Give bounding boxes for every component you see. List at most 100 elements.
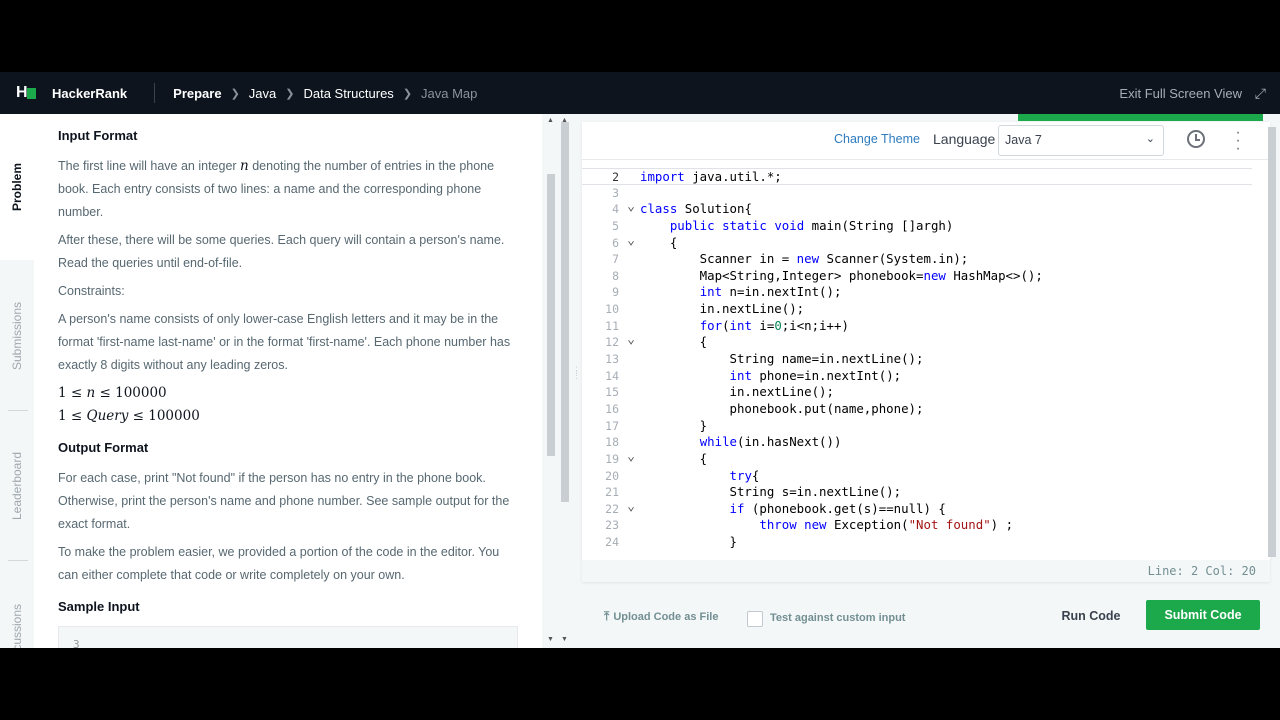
tab-discussions-label: Discussions	[10, 603, 24, 648]
more-options-icon[interactable]: · · ·	[1233, 125, 1243, 157]
code-line[interactable]: 16 phonebook.put(name,phone);	[582, 401, 1252, 418]
constraints-paragraph: A person's name consists of only lower-c…	[58, 312, 511, 372]
cursor-status: Line: 2 Col: 20	[582, 560, 1270, 582]
math-var: Query	[86, 408, 129, 424]
code-line[interactable]: 2 import java.util.*;	[582, 168, 1252, 185]
code-line[interactable]: 20 try{	[582, 468, 1252, 485]
scrollbar-thumb[interactable]	[561, 122, 569, 502]
line-number: 8	[612, 268, 619, 283]
upload-code-button[interactable]: ⤒ Upload Code as File	[604, 609, 718, 624]
code-line[interactable]: 11 for(int i=0;i<n;i++)	[582, 318, 1252, 335]
breadcrumb-java-map: Java Map	[421, 85, 478, 101]
code-line[interactable]: 21 String s=in.nextLine();	[582, 484, 1252, 501]
code-line[interactable]: 10 in.nextLine();	[582, 301, 1252, 318]
code-line[interactable]: 4 ⌄ class Solution{	[582, 200, 1252, 218]
code-line[interactable]: 17 }	[582, 418, 1252, 435]
math-num: 100000	[115, 385, 167, 401]
code-line[interactable]: 9 int n=in.nextInt();	[582, 284, 1252, 301]
custom-input-checkbox[interactable]	[747, 611, 763, 627]
code-text: for(int i=0;i<n;i++)	[699, 317, 849, 333]
code-line[interactable]: 22 ⌄ if (phonebook.get(s)==null) {	[582, 500, 1252, 518]
output-paragraph-1: For each case, print "Not found" if the …	[58, 471, 510, 531]
scrollbar-thumb[interactable]	[547, 174, 555, 456]
nav-divider	[154, 83, 156, 103]
line-number: 9	[612, 285, 619, 300]
code-area[interactable]: 2 import java.util.*; 3 4 ⌄ class Solution{5 …	[582, 168, 1252, 558]
tab-discussions[interactable]: Discussions	[0, 566, 34, 648]
output-paragraph-2: To make the problem easier, we provided …	[58, 545, 500, 582]
code-line[interactable]: 7 Scanner in = new Scanner(System.in);	[582, 251, 1252, 268]
constraint-n: 1 ≤ n ≤ 100000	[58, 385, 167, 401]
run-code-button[interactable]: Run Code	[1052, 601, 1130, 631]
code-text: import java.util.*;	[640, 169, 782, 184]
code-line[interactable]: 13 String name=in.nextLine();	[582, 351, 1252, 368]
chevron-down-icon: ⌄	[1145, 133, 1155, 145]
language-select[interactable]: Java 7 ⌄	[998, 125, 1164, 156]
tab-submissions[interactable]: Submissions	[0, 266, 34, 406]
fold-chevron-icon[interactable]: ⌄	[625, 234, 637, 247]
math-num: 100000	[148, 408, 200, 424]
line-number: 13	[605, 352, 619, 367]
panel-resize-handle[interactable]: ⋮ ⋮	[572, 366, 581, 380]
problem-description: Input Format The first line will have an…	[34, 114, 542, 648]
line-number: 23	[605, 518, 619, 533]
fold-chevron-icon[interactable]: ⌄	[625, 500, 637, 513]
line-number: 20	[605, 468, 619, 483]
submit-code-button[interactable]: Submit Code	[1146, 600, 1260, 630]
line-number: 5	[612, 218, 619, 233]
code-text: String name=in.nextLine();	[640, 351, 924, 367]
constraints-label: Constraints:	[58, 284, 125, 298]
code-text: int n=in.nextInt();	[699, 284, 842, 300]
code-editor-panel: Change Theme Language Java 7 ⌄ · · · 2 impo…	[582, 122, 1270, 582]
tab-problem[interactable]: Problem	[0, 114, 34, 260]
custom-input-label[interactable]: Test against custom input	[770, 612, 905, 624]
math-num: 1	[58, 408, 67, 424]
code-line[interactable]: 6 ⌄ {	[582, 234, 1252, 252]
line-number: 17	[605, 418, 619, 433]
code-line[interactable]: 23 throw new Exception("Not found") ;	[582, 517, 1252, 534]
breadcrumb-data-structures[interactable]: Data Structures	[303, 86, 393, 101]
problem-scrollbar[interactable]: ▲ ▼	[545, 117, 557, 643]
code-line[interactable]: 19 ⌄ {	[582, 450, 1252, 468]
scrollbar-thumb[interactable]	[1268, 127, 1276, 557]
exit-full-screen-button[interactable]: Exit Full Screen View	[1119, 86, 1242, 101]
fold-chevron-icon[interactable]: ⌄	[625, 200, 637, 213]
line-number: 14	[605, 368, 619, 383]
line-number: 7	[612, 252, 619, 267]
history-icon[interactable]	[1187, 130, 1205, 148]
sample-input-text: 3	[73, 638, 80, 648]
fold-chevron-icon[interactable]: ⌄	[625, 450, 637, 463]
code-line[interactable]: 8 Map<String,Integer> phonebook=new Hash…	[582, 268, 1252, 285]
language-label: Language	[933, 131, 996, 147]
upload-icon: ⤒	[604, 609, 610, 623]
breadcrumb-prepare[interactable]: Prepare	[173, 86, 221, 101]
collapse-icon[interactable]: ⤢	[1255, 85, 1266, 102]
code-line[interactable]: 14 int phone=in.nextInt();	[582, 368, 1252, 385]
code-text: public static void main(String []argh)	[669, 217, 954, 233]
scroll-down-icon[interactable]: ▼	[547, 636, 554, 643]
change-theme-link[interactable]: Change Theme	[834, 132, 920, 146]
progress-accent-bar	[1018, 114, 1263, 121]
code-line[interactable]: 5 public static void main(String []argh)	[582, 218, 1252, 235]
code-text: if (phonebook.get(s)==null) {	[729, 500, 946, 516]
breadcrumb-java[interactable]: Java	[249, 86, 276, 101]
code-line[interactable]: 12 ⌄ {	[582, 333, 1252, 351]
line-number: 16	[605, 401, 619, 416]
hackerrank-logo-icon: H	[16, 85, 38, 101]
input-paragraph-2: After these, there will be some queries.…	[58, 233, 505, 270]
code-scrollbar[interactable]	[1267, 127, 1277, 567]
scroll-down-icon[interactable]: ▼	[561, 636, 568, 643]
code-text: }	[640, 534, 737, 550]
line-number: 18	[605, 435, 619, 450]
code-line[interactable]: 15 in.nextLine();	[582, 384, 1252, 401]
code-line[interactable]: 18 while(in.hasNext())	[582, 434, 1252, 451]
line-number: 6	[612, 235, 619, 250]
line-number: 11	[605, 318, 619, 333]
tab-leaderboard[interactable]: Leaderboard	[0, 416, 34, 556]
scroll-up-icon[interactable]: ▲	[547, 117, 554, 124]
code-line[interactable]: 24 }	[582, 534, 1252, 551]
code-line[interactable]: 3	[582, 185, 1252, 202]
fold-chevron-icon[interactable]: ⌄	[625, 333, 637, 346]
page-scrollbar[interactable]: ▲ ▼	[559, 117, 571, 643]
logo[interactable]: H HackerRank	[16, 85, 127, 101]
